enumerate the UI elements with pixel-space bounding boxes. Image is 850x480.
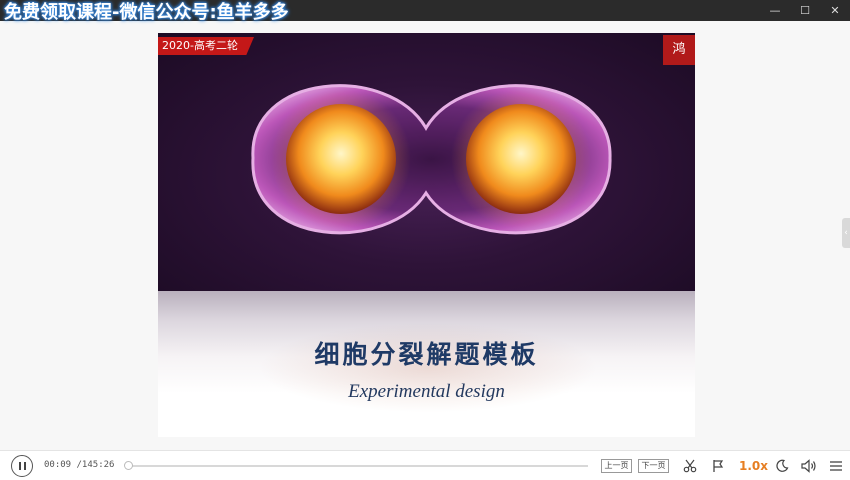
window-controls: — ☐ ✕ [760,0,850,21]
total-time: /145:26 [76,460,115,470]
next-page-button[interactable]: 下一页 [638,459,669,473]
side-panel-handle[interactable]: ‹ [842,218,850,248]
slide-frame: 2020-高考二轮 鸿 细胞分裂解题模板 Experimental design [158,33,695,437]
seal-char: 鸿 [672,42,686,57]
current-time: 00:09 [44,460,72,470]
time-display: 00:09 /145:26 [44,460,114,470]
pause-icon-bar [23,462,26,470]
course-tag: 2020-高考二轮 [158,37,254,55]
slide-subtitle: Experimental design [348,381,505,402]
progress-bar[interactable] [124,461,588,470]
minimize-button[interactable]: — [760,0,790,21]
dividing-cell-graphic [251,84,612,235]
cell-division-image [158,33,695,291]
prev-page-button[interactable]: 上一页 [601,459,632,473]
watermark-text: 免费领取课程-微信公众号:鱼羊多多 [4,2,289,23]
player-controls: 00:09 /145:26 上一页 下一页 1.0x [0,450,850,480]
night-mode-icon[interactable] [774,458,790,474]
playback-speed[interactable]: 1.0x [739,459,768,473]
menu-icon[interactable] [828,458,844,474]
video-area[interactable]: 2020-高考二轮 鸿 细胞分裂解题模板 Experimental design… [0,21,850,450]
close-button[interactable]: ✕ [820,0,850,21]
pause-icon-bar [18,462,21,470]
pause-button[interactable] [11,455,33,477]
flag-icon[interactable] [710,458,726,474]
volume-icon[interactable] [801,458,817,474]
progress-knob[interactable] [124,461,134,470]
slide-title: 细胞分裂解题模板 [314,340,539,369]
maximize-button[interactable]: ☐ [790,0,820,21]
seal-logo: 鸿 [663,35,695,65]
scissors-icon[interactable] [682,458,698,474]
